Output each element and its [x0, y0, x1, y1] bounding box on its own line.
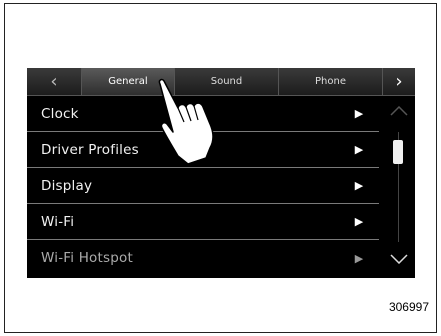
- play-arrow-icon: ▶: [354, 215, 364, 228]
- tab-label: Phone: [315, 76, 346, 87]
- menu-item-wifi[interactable]: Wi-Fi ▶: [27, 204, 379, 240]
- play-arrow-icon: ▶: [354, 107, 364, 120]
- menu-item-wifi-hotspot[interactable]: Wi-Fi Hotspot ▶: [27, 240, 379, 276]
- hand-pointer-icon: [158, 78, 214, 164]
- tab-prev-button[interactable]: ‹: [27, 68, 82, 95]
- chevron-right-icon: ›: [395, 71, 403, 92]
- scrollbar: [383, 96, 415, 278]
- menu-item-display[interactable]: Display ▶: [27, 168, 379, 204]
- scroll-up-button[interactable]: [383, 100, 415, 122]
- play-arrow-icon: ▶: [354, 251, 364, 265]
- tab-phone[interactable]: Phone: [279, 68, 383, 95]
- menu-item-label: Wi-Fi Hotspot: [41, 250, 133, 266]
- chevron-up-icon: [390, 106, 408, 116]
- scroll-thumb[interactable]: [393, 140, 403, 164]
- chevron-left-icon: ‹: [50, 71, 58, 92]
- menu-item-label: Display: [41, 177, 93, 194]
- tab-next-button[interactable]: ›: [383, 68, 415, 95]
- play-arrow-icon: ▶: [354, 143, 364, 156]
- play-arrow-icon: ▶: [354, 179, 364, 192]
- menu-item-label: Wi-Fi: [41, 213, 75, 230]
- scroll-down-button[interactable]: [383, 248, 415, 270]
- figure-id: 306997: [388, 300, 429, 314]
- tab-label: General: [108, 76, 148, 87]
- chevron-down-icon: [390, 254, 408, 264]
